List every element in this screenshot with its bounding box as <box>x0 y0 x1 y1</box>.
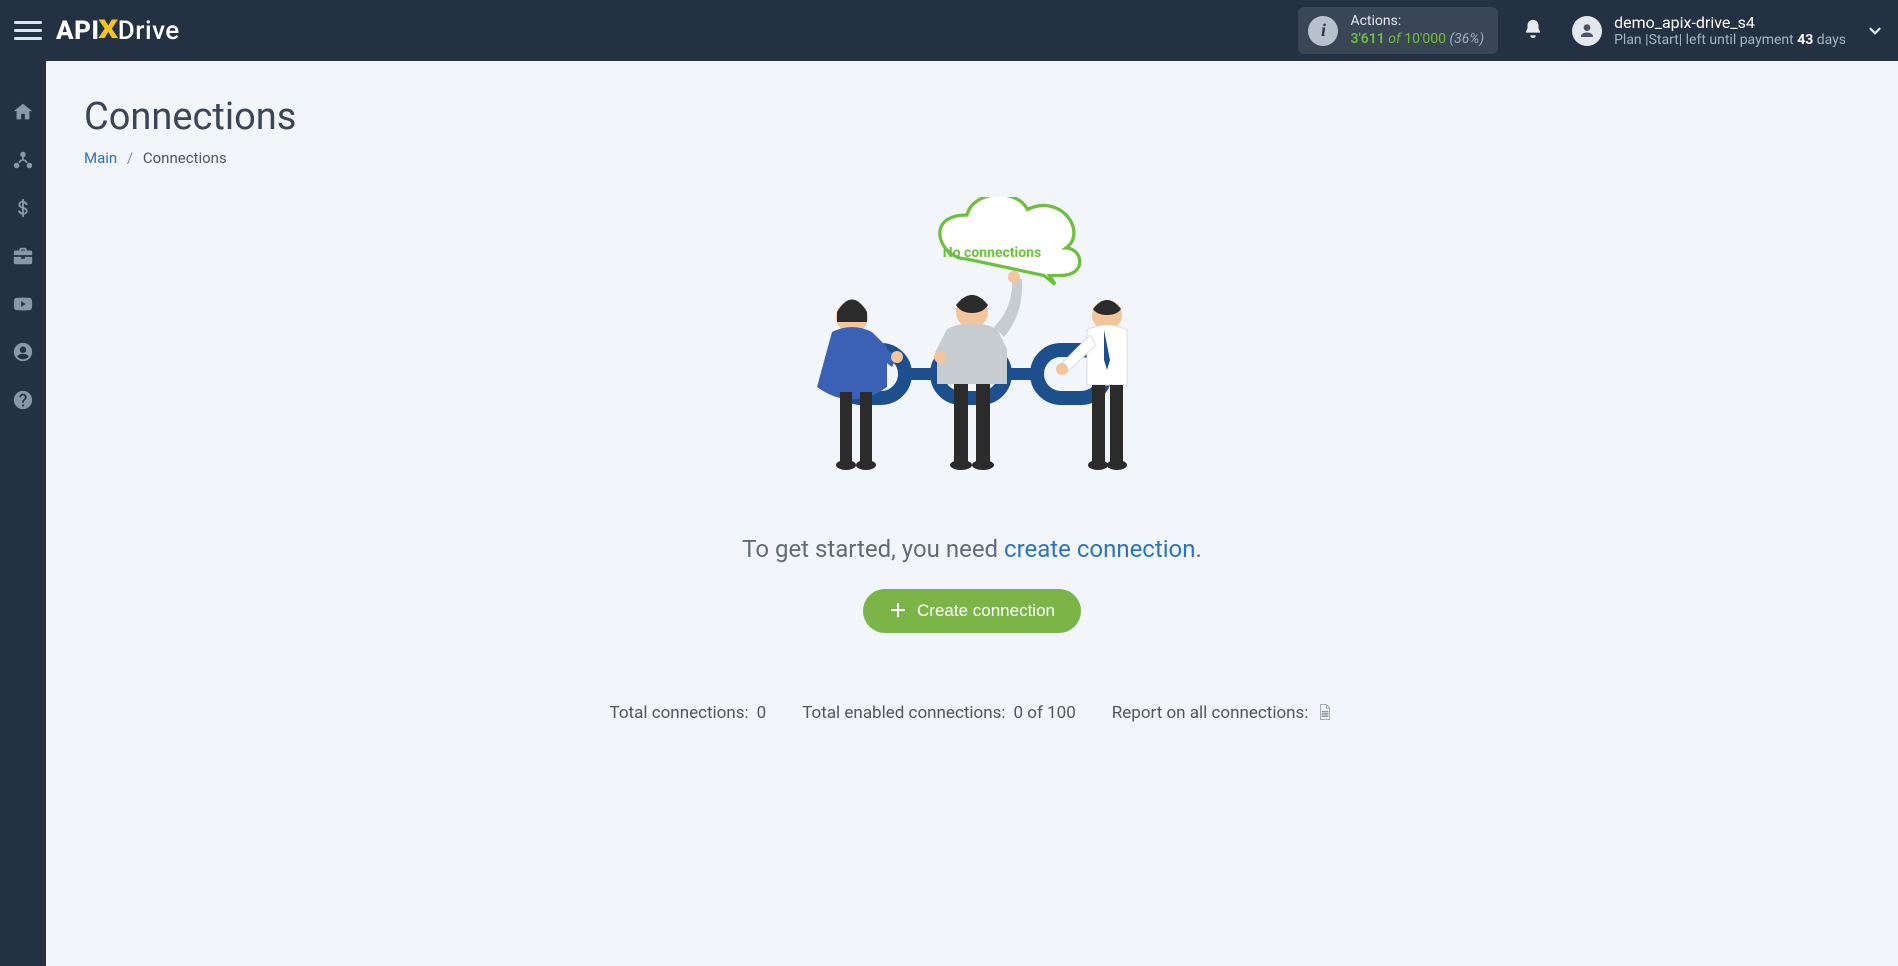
breadcrumb-main-link[interactable]: Main <box>84 149 117 167</box>
user-name: demo_apix-drive_s4 <box>1614 13 1846 32</box>
create-connection-link[interactable]: create connection <box>1004 535 1195 563</box>
actions-usage-box[interactable]: i Actions: 3'611 of 10'000 (36%) <box>1298 7 1498 54</box>
user-plan-line: Plan |Start| left until payment 43 days <box>1614 32 1846 49</box>
empty-state: No connections <box>84 197 1860 723</box>
main-content: Connections Main / Connections No connec… <box>46 61 1898 966</box>
stat-enabled-value: 0 of 100 <box>1014 703 1076 723</box>
info-icon: i <box>1308 16 1338 46</box>
logo-drive: Drive <box>118 16 180 46</box>
empty-lead-text: To get started, you need create connecti… <box>84 535 1860 563</box>
user-plan-days: 43 <box>1797 32 1813 48</box>
sidebar-item-help[interactable] <box>12 389 34 411</box>
logo[interactable]: API X Drive <box>56 16 180 46</box>
app-header: API X Drive i Actions: 3'611 of 10'000 (… <box>0 0 1898 61</box>
breadcrumb: Main / Connections <box>84 149 1860 167</box>
actions-text: Actions: 3'611 of 10'000 (36%) <box>1350 13 1484 48</box>
breadcrumb-separator: / <box>127 149 133 167</box>
menu-toggle-button[interactable] <box>14 17 42 45</box>
user-block[interactable]: demo_apix-drive_s4 Plan |Start| left unt… <box>1614 13 1846 49</box>
lead-suffix: . <box>1196 535 1202 563</box>
user-plan-prefix: Plan | <box>1614 32 1648 48</box>
user-plan-name: Start <box>1649 32 1679 48</box>
user-menu-chevron-icon[interactable] <box>1866 22 1884 40</box>
stat-total-label: Total connections: <box>610 703 749 723</box>
cloud-text-svg: No connections <box>943 245 1041 261</box>
stat-total-value: 0 <box>757 703 767 723</box>
sidebar-item-connections[interactable] <box>12 149 34 171</box>
stat-report: Report on all connections: <box>1112 703 1335 723</box>
sidebar-item-briefcase[interactable] <box>12 245 34 267</box>
actions-of: of <box>1388 31 1400 47</box>
no-connections-illustration: No connections <box>782 197 1162 517</box>
sidebar-item-youtube[interactable] <box>12 293 34 315</box>
logo-x: X <box>98 15 119 45</box>
notifications-button[interactable] <box>1522 18 1544 44</box>
avatar[interactable] <box>1572 16 1602 46</box>
stat-enabled-label: Total enabled connections: <box>802 703 1005 723</box>
stat-enabled: Total enabled connections: 0 of 100 <box>802 703 1076 723</box>
page-title: Connections <box>84 95 1860 139</box>
actions-total: 10'000 <box>1404 31 1446 47</box>
breadcrumb-current: Connections <box>143 149 227 167</box>
actions-percent: (36%) <box>1449 31 1484 47</box>
actions-label: Actions: <box>1350 13 1484 31</box>
stats-row: Total connections: 0 Total enabled conne… <box>84 703 1860 723</box>
user-plan-suffix: days <box>1813 32 1846 48</box>
sidebar-item-account[interactable] <box>12 341 34 363</box>
lead-prefix: To get started, you need <box>742 535 1004 563</box>
actions-used: 3'611 <box>1350 31 1384 47</box>
cta-label: Create connection <box>917 601 1055 621</box>
document-icon[interactable] <box>1316 703 1334 723</box>
sidebar-item-home[interactable] <box>12 101 34 123</box>
logo-api: API <box>56 16 100 46</box>
sidebar-item-billing[interactable] <box>12 197 34 219</box>
stat-total: Total connections: 0 <box>610 703 767 723</box>
user-plan-mid: | left until payment <box>1679 32 1797 48</box>
sidebar <box>0 61 46 966</box>
create-connection-button[interactable]: ＋ Create connection <box>863 589 1081 633</box>
stat-report-label: Report on all connections: <box>1112 703 1309 723</box>
plus-icon: ＋ <box>889 602 907 620</box>
